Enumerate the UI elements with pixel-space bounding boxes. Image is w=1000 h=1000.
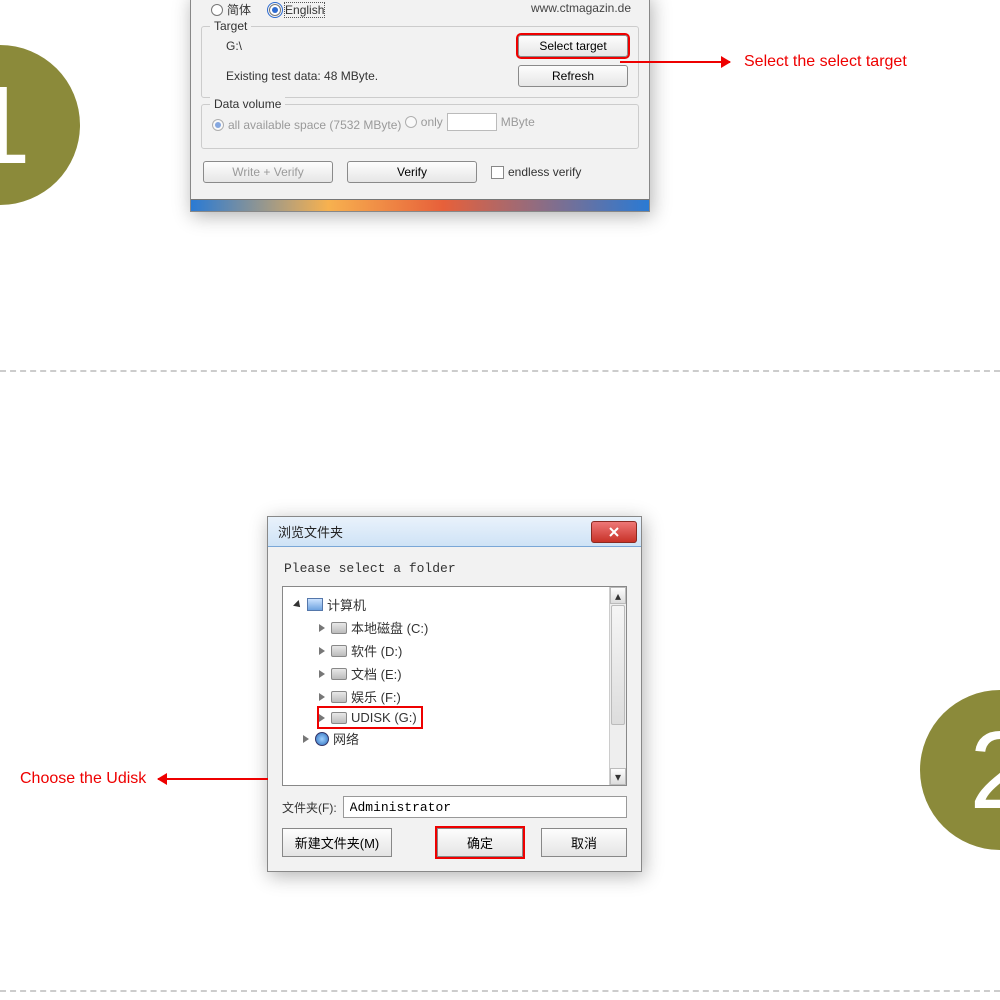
tree-node-drive-f[interactable]: 娱乐 (F:) <box>319 685 622 708</box>
tree-node-drive-c[interactable]: 本地磁盘 (C:) <box>319 616 622 639</box>
annotation-select-target: Select the select target <box>620 53 907 71</box>
network-icon <box>315 732 329 746</box>
scroll-thumb[interactable] <box>611 605 625 725</box>
computer-icon <box>307 598 323 611</box>
radio-all-space[interactable]: all available space (7532 MByte) <box>228 118 401 132</box>
drive-icon <box>331 691 347 703</box>
step-badge-2: 2 <box>920 690 1000 850</box>
drive-icon <box>331 712 347 724</box>
radio-label: English <box>285 3 324 17</box>
chevron-right-icon[interactable] <box>303 735 309 743</box>
drive-icon <box>331 622 347 634</box>
radio-lang-simplified[interactable]: 简体 <box>211 1 251 18</box>
window-bottom-strip <box>191 199 649 211</box>
annotation-choose-udisk: Choose the Udisk <box>20 770 268 788</box>
group-title: Target <box>210 19 251 33</box>
only-mbyte-input[interactable] <box>447 113 497 131</box>
website-link[interactable]: www.ctmagazin.de <box>531 1 631 15</box>
ok-button[interactable]: 确定 <box>437 828 523 857</box>
chevron-down-icon[interactable] <box>293 600 303 610</box>
tree-node-udisk-g[interactable]: UDISK (G:) <box>319 708 421 727</box>
dialog-title: 浏览文件夹 <box>278 522 343 541</box>
browse-folder-dialog: 浏览文件夹 Please select a folder 计算机 本地磁盘 (C… <box>267 516 642 872</box>
tree-node-computer[interactable]: 计算机 <box>295 593 622 616</box>
folder-tree[interactable]: 计算机 本地磁盘 (C:) 软件 (D:) 文档 (E:) 娱乐 (F:) <box>282 586 627 786</box>
section-divider <box>0 370 1000 372</box>
section-divider <box>0 990 1000 992</box>
tree-node-drive-e[interactable]: 文档 (E:) <box>319 662 622 685</box>
new-folder-button[interactable]: 新建文件夹(M) <box>282 828 392 857</box>
chevron-right-icon[interactable] <box>319 714 325 722</box>
chevron-right-icon[interactable] <box>319 624 325 632</box>
h2testw-dialog: www.ctmagazin.de 简体 English Target G:\ S… <box>190 0 650 212</box>
group-title: Data volume <box>210 97 285 111</box>
select-target-button[interactable]: Select target <box>518 35 628 57</box>
drive-icon <box>331 645 347 657</box>
scroll-down-button[interactable]: ▾ <box>610 768 626 785</box>
target-path: G:\ <box>226 39 242 53</box>
folder-name-input[interactable] <box>343 796 627 818</box>
chevron-right-icon[interactable] <box>319 647 325 655</box>
tree-node-drive-d[interactable]: 软件 (D:) <box>319 639 622 662</box>
close-button[interactable] <box>591 521 637 543</box>
chevron-right-icon[interactable] <box>319 670 325 678</box>
mbyte-unit: MByte <box>501 115 535 129</box>
endless-verify-checkbox[interactable]: endless verify <box>491 165 581 179</box>
existing-test-data: Existing test data: 48 MByte. <box>226 69 378 83</box>
titlebar[interactable]: 浏览文件夹 <box>268 517 641 547</box>
step-badge-1: 1 <box>0 45 80 205</box>
tree-node-network[interactable]: 网络 <box>303 727 622 750</box>
refresh-button[interactable]: Refresh <box>518 65 628 87</box>
target-group: Target G:\ Select target Existing test d… <box>201 26 639 98</box>
cancel-button[interactable]: 取消 <box>541 828 627 857</box>
folder-field-label: 文件夹(F): <box>282 799 337 816</box>
radio-only-label[interactable]: only <box>421 115 443 129</box>
drive-icon <box>331 668 347 680</box>
chevron-right-icon[interactable] <box>319 693 325 701</box>
data-volume-group: Data volume all available space (7532 MB… <box>201 104 639 149</box>
radio-label: 简体 <box>227 1 251 18</box>
prompt-text: Please select a folder <box>284 561 625 576</box>
scrollbar[interactable]: ▴ ▾ <box>609 587 626 785</box>
radio-lang-english[interactable]: English <box>269 3 324 17</box>
write-verify-button[interactable]: Write + Verify <box>203 161 333 183</box>
verify-button[interactable]: Verify <box>347 161 477 183</box>
scroll-up-button[interactable]: ▴ <box>610 587 626 604</box>
close-icon <box>608 526 620 538</box>
